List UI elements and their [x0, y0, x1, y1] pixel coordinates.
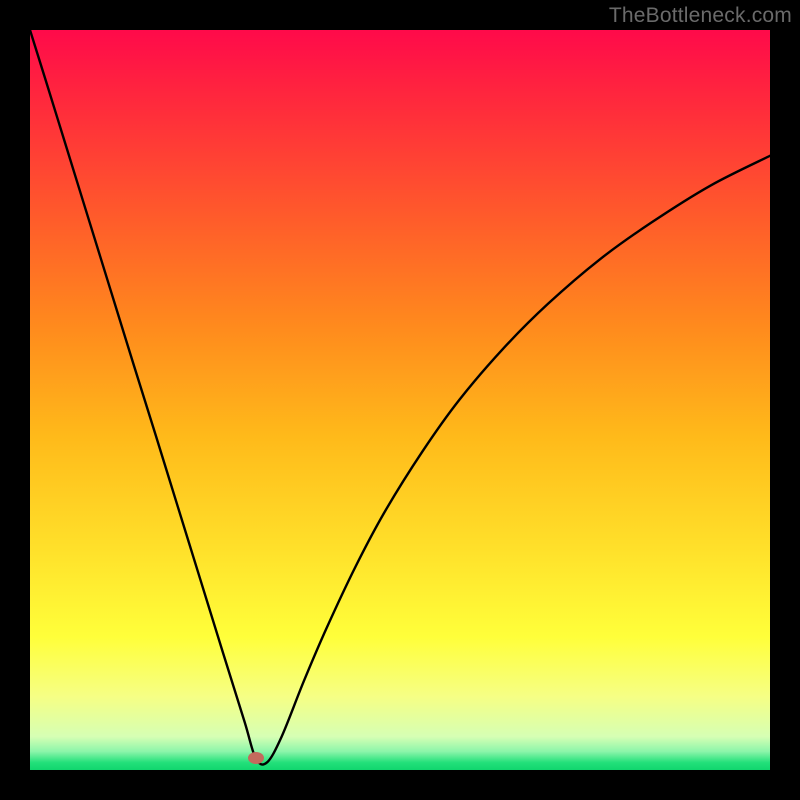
chart-frame: TheBottleneck.com	[0, 0, 800, 800]
plot-area	[30, 30, 770, 770]
bottleneck-curve	[30, 30, 770, 770]
watermark-text: TheBottleneck.com	[609, 4, 792, 28]
minimum-marker	[248, 752, 264, 764]
